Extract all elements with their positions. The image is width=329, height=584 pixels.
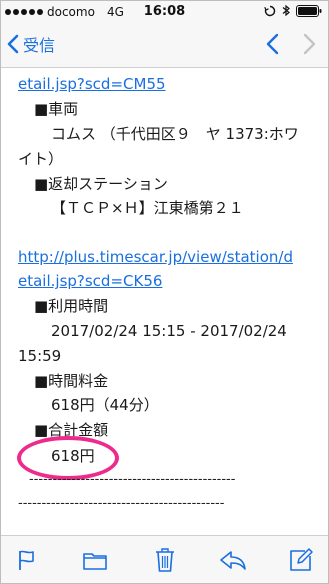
message-navigation: [264, 33, 318, 55]
battery-icon: [296, 4, 322, 17]
flag-icon: [19, 550, 34, 570]
navigation-bar: 受信: [1, 23, 328, 68]
vehicle-header: ■車両: [34, 100, 79, 118]
reply-icon: [220, 551, 246, 570]
previous-message-button[interactable]: [264, 33, 280, 55]
time-fee-value: 618円（44分）: [51, 396, 159, 414]
separator-line-2: ----------------------------------------…: [18, 496, 225, 511]
bottom-toolbar: [1, 535, 328, 583]
chevron-left-icon: [7, 34, 19, 54]
return-station-header: ■返却ステーション: [34, 175, 168, 193]
rotation-lock-icon: [264, 5, 276, 16]
next-message-button[interactable]: [302, 33, 318, 55]
status-bar: docomo 4G 16:08: [1, 1, 328, 23]
email-body: etail.jsp?scd=CM55 ■車両 コムス （千代田区９ ヤ 1373…: [1, 68, 328, 536]
folder-icon: [83, 553, 107, 570]
mail-screen: docomo 4G 16:08 受信 etail.jsp?scd=CM55 ■車…: [0, 0, 329, 584]
reply-button[interactable]: [219, 547, 247, 573]
compose-button[interactable]: [287, 547, 315, 573]
vehicle-value-cont: イト）: [18, 150, 64, 168]
separator-line-1: ----------------------------------------…: [29, 472, 236, 487]
back-label: 受信: [23, 36, 56, 55]
link-cm55[interactable]: etail.jsp?scd=CM55: [18, 72, 166, 96]
usage-time-value: 2017/02/24 15:15 - 2017/02/24: [51, 322, 287, 340]
usage-time-value-cont: 15:59: [18, 347, 62, 365]
move-to-folder-button[interactable]: [81, 547, 109, 573]
link-station-line2[interactable]: etail.jsp?scd=CK56: [18, 269, 162, 293]
usage-time-header: ■利用時間: [34, 297, 109, 315]
bluetooth-icon: [282, 4, 290, 17]
time-fee-header: ■時間料金: [34, 372, 109, 390]
trash-icon: [156, 548, 174, 572]
link-station-line1[interactable]: http://plus.timescar.jp/view/station/d: [18, 245, 293, 269]
compose-icon: [290, 548, 313, 571]
return-station-value: 【ＴＣＰ×Ｈ】江東橋第２１: [51, 199, 244, 217]
vehicle-value: コムス （千代田区９ ヤ 1373:ホワ: [51, 125, 299, 143]
status-right: [264, 4, 322, 17]
delete-button[interactable]: [151, 547, 179, 573]
back-button[interactable]: 受信: [7, 32, 55, 56]
flag-button[interactable]: [13, 547, 41, 573]
